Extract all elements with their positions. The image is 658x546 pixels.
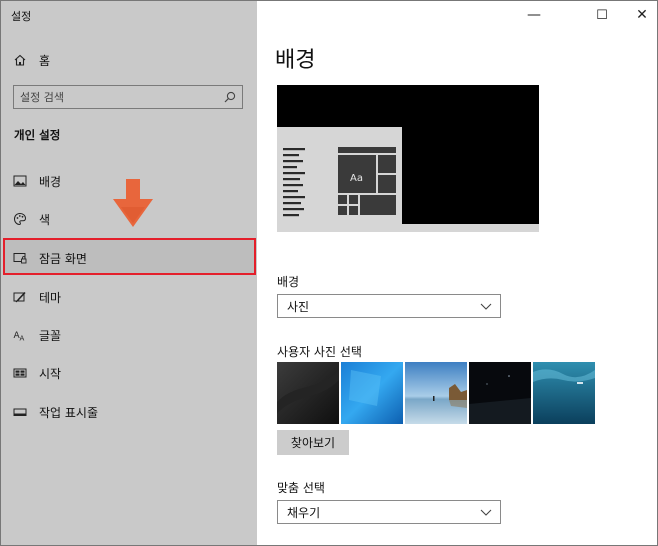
fit-select-value: 채우기 xyxy=(287,505,321,520)
lock-screen-icon xyxy=(13,251,27,265)
sidebar-item-color[interactable]: 색 xyxy=(1,203,257,235)
sidebar-item-label: 글꼴 xyxy=(39,328,62,343)
sidebar-item-label: 작업 표시줄 xyxy=(39,405,99,420)
maximize-button[interactable]: ☐ xyxy=(585,1,619,29)
sidebar-item-label: 시작 xyxy=(39,366,62,381)
search-icon[interactable] xyxy=(223,90,237,104)
sidebar-item-background[interactable]: 배경 xyxy=(1,165,257,197)
sidebar-item-taskbar[interactable]: 작업 표시줄 xyxy=(1,396,257,428)
search-box[interactable] xyxy=(13,85,243,109)
svg-text:A: A xyxy=(20,335,25,343)
page-title: 배경 xyxy=(275,48,316,73)
nav-home-label: 홈 xyxy=(39,53,51,68)
sidebar: 설정 홈 개인 설정 배경 xyxy=(1,1,257,545)
sidebar-item-label: 테마 xyxy=(39,290,62,305)
palette-icon xyxy=(13,212,27,226)
picture-thumb-3[interactable] xyxy=(405,362,467,424)
font-icon: AA xyxy=(13,328,27,342)
section-title: 개인 설정 xyxy=(14,128,61,142)
picture-thumb-4[interactable] xyxy=(469,362,531,424)
sidebar-item-start[interactable]: 시작 xyxy=(1,357,257,389)
search-input[interactable] xyxy=(14,86,242,108)
background-select[interactable]: 사진 xyxy=(277,294,501,318)
picture-thumb-2[interactable] xyxy=(341,362,403,424)
sidebar-item-label: 색 xyxy=(39,212,51,227)
sidebar-item-lock-screen[interactable]: 잠금 화면 xyxy=(1,242,257,274)
home-icon xyxy=(13,53,27,67)
background-label: 배경 xyxy=(277,275,300,289)
theme-brush-icon xyxy=(13,290,27,304)
minimize-button[interactable]: — xyxy=(517,1,551,29)
settings-window: 설정 홈 개인 설정 배경 xyxy=(0,0,658,546)
sidebar-item-label: 배경 xyxy=(39,174,62,189)
chevron-down-icon xyxy=(479,299,493,313)
choose-picture-label: 사용자 사진 선택 xyxy=(277,345,362,359)
picture-thumb-5[interactable] xyxy=(533,362,595,424)
nav-home[interactable]: 홈 xyxy=(1,44,257,76)
preview-tile-text: Aa xyxy=(350,173,363,184)
app-title: 설정 xyxy=(11,10,32,23)
preview-graphic: Aa xyxy=(277,85,539,232)
browse-button[interactable]: 찾아보기 xyxy=(277,430,349,455)
main-content: — ☐ ✕ 배경 Aa 배경 사진 사용자 사진 선택 찾아보기 맞춤 선택 채… xyxy=(257,1,657,545)
sidebar-item-fonts[interactable]: AA 글꼴 xyxy=(1,319,257,351)
taskbar-icon xyxy=(13,405,27,419)
image-icon xyxy=(13,174,27,188)
sidebar-item-label: 잠금 화면 xyxy=(39,251,87,266)
fit-select[interactable]: 채우기 xyxy=(277,500,501,524)
close-button[interactable]: ✕ xyxy=(625,1,657,29)
chevron-down-icon xyxy=(479,505,493,519)
sidebar-item-themes[interactable]: 테마 xyxy=(1,281,257,313)
background-preview: Aa xyxy=(277,85,539,232)
start-tiles-icon xyxy=(13,366,27,380)
picture-thumb-1[interactable] xyxy=(277,362,339,424)
background-select-value: 사진 xyxy=(287,299,310,314)
fit-label: 맞춤 선택 xyxy=(277,481,325,495)
